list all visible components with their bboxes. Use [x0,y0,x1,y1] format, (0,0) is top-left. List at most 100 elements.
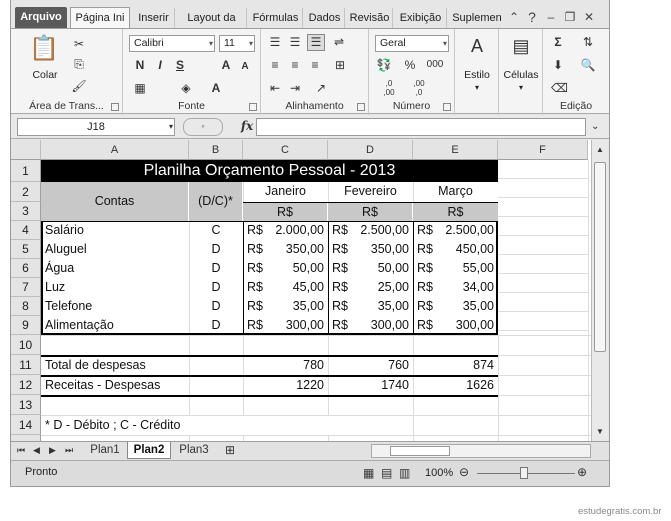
align-left-icon[interactable]: ≡ [267,58,283,72]
sheet-tab-plan2[interactable]: Plan2 [127,442,171,459]
fill-icon[interactable]: ⬇ [551,58,565,72]
zoom-level[interactable]: 100% [425,467,453,479]
tab-view[interactable]: Exibição [395,8,447,28]
percent-button[interactable]: % [403,58,417,72]
format-painter-icon[interactable]: 🖌 [71,79,87,93]
row-header-1[interactable]: 1 [11,160,41,182]
currency-header-mar[interactable]: R$ [413,203,498,221]
column-header-b[interactable]: B [189,140,243,160]
horizontal-scrollbar[interactable] [371,444,591,458]
next-sheet-icon[interactable]: ▶ [49,443,56,457]
tab-addins[interactable]: Suplemen [449,8,505,28]
total-mar[interactable]: 874 [413,356,498,375]
currency-header-feb[interactable]: R$ [328,203,413,221]
prev-sheet-icon[interactable]: ◀ [33,443,40,457]
formula-input[interactable] [256,118,586,136]
font-color-icon[interactable]: A [209,81,223,95]
row-header-3[interactable]: 3 [11,202,41,221]
window-restore-icon[interactable]: ❐ [562,9,578,25]
contas-header[interactable]: Contas [41,182,189,221]
align-top-icon[interactable]: ☰ [267,35,283,49]
align-bottom-icon[interactable]: ☰ [307,34,325,51]
cells-button[interactable]: Células [499,69,543,81]
insert-function-button[interactable]: fx [239,119,255,133]
window-minimize-icon[interactable]: – [543,9,559,25]
scroll-down-icon[interactable]: ▼ [594,425,606,439]
total-jan[interactable]: 780 [243,356,328,375]
sheet-tab-plan3[interactable]: Plan3 [173,442,215,459]
increase-indent-icon[interactable]: ⇥ [287,81,303,95]
copy-icon[interactable]: ⎘ [71,57,87,71]
tab-file[interactable]: Arquivo [15,7,67,28]
page-break-view-icon[interactable]: ▥ [399,466,410,480]
borders-icon[interactable]: ▦ [133,81,147,95]
orientation-icon[interactable]: ↗ [313,81,329,95]
wrap-text-icon[interactable]: ⇌ [331,35,347,49]
help-icon[interactable]: ? [524,9,540,25]
autosum-button[interactable]: Σ [551,35,565,49]
column-header-e[interactable]: E [413,140,498,160]
normal-view-icon[interactable]: ▦ [363,466,374,480]
row-header-13[interactable]: 13 [11,395,41,415]
column-header-f[interactable]: F [498,140,588,160]
horizontal-scroll-thumb[interactable] [390,446,450,456]
total-label[interactable]: Total de despesas [41,356,243,375]
sort-filter-icon[interactable]: ⇅ [579,35,597,49]
font-name-select[interactable]: Calibri ▾ [129,35,215,52]
tab-review[interactable]: Revisão [347,8,393,28]
month-header-feb[interactable]: Fevereiro [328,182,413,202]
tab-page-layout[interactable]: Layout da [177,8,247,28]
zoom-in-icon[interactable]: ⊕ [577,465,587,479]
column-header-d[interactable]: D [328,140,413,160]
balance-feb[interactable]: 1740 [328,376,413,395]
currency-header-jan[interactable]: R$ [243,203,328,221]
row-header-10[interactable]: 10 [11,335,41,355]
scroll-up-icon[interactable]: ▲ [594,143,606,157]
clipboard-launcher-icon[interactable] [111,103,119,111]
number-format-select[interactable]: Geral ▾ [375,35,449,52]
font-launcher-icon[interactable] [249,103,257,111]
footnote[interactable]: * D - Débito ; C - Crédito [41,416,341,435]
underline-button[interactable]: S [173,58,187,72]
zoom-out-icon[interactable]: ⊖ [459,465,469,479]
chevron-down-icon[interactable]: ▾ [169,120,173,134]
thousands-button[interactable]: 000 [423,58,447,72]
select-all-corner[interactable] [11,140,41,160]
decrease-indent-icon[interactable]: ⇤ [267,81,283,95]
tab-data[interactable]: Dados [305,8,345,28]
first-sheet-icon[interactable]: ⏮ [17,443,25,457]
month-header-jan[interactable]: Janeiro [243,182,328,202]
sheet-tab-plan1[interactable]: Plan1 [85,442,125,459]
sheet-title[interactable]: Planilha Orçamento Pessoal - 2013 [41,160,498,182]
align-right-icon[interactable]: ≡ [307,58,323,72]
fill-color-icon[interactable]: ◈ [179,81,193,95]
tab-formulas[interactable]: Fórmulas [249,8,303,28]
balance-jan[interactable]: 1220 [243,376,328,395]
shrink-font-button[interactable]: A [239,60,251,74]
font-size-select[interactable]: 11 ▾ [219,35,255,52]
styles-button[interactable]: Estilo [455,69,499,81]
total-feb[interactable]: 760 [328,356,413,375]
balance-mar[interactable]: 1626 [413,376,498,395]
italic-button[interactable]: I [153,58,167,72]
row-header-11[interactable]: 11 [11,355,41,375]
minimize-ribbon-icon[interactable]: ⌃ [506,9,522,25]
clear-icon[interactable]: ⌫ [551,81,568,95]
align-center-icon[interactable]: ≡ [287,58,303,72]
name-box-expander-icon[interactable]: ◦ [183,118,223,136]
page-layout-view-icon[interactable]: ▤ [381,466,392,480]
vertical-scroll-thumb[interactable] [594,162,606,352]
number-launcher-icon[interactable] [443,103,451,111]
bold-button[interactable]: N [133,58,147,72]
paste-button[interactable]: Colar [25,69,65,81]
row-header-14[interactable]: 14 [11,415,41,435]
alignment-launcher-icon[interactable] [357,103,365,111]
find-select-icon[interactable]: 🔍 [579,58,597,72]
tab-home[interactable]: Página Ini [70,7,130,28]
last-sheet-icon[interactable]: ⏭ [65,443,73,457]
row-header-2[interactable]: 2 [11,182,41,202]
window-close-icon[interactable]: ✕ [581,9,597,25]
row-header-12[interactable]: 12 [11,375,41,395]
increase-decimal-button[interactable]: ,0 ,00 [377,79,401,97]
expand-formula-bar-icon[interactable]: ⌄ [591,120,599,134]
